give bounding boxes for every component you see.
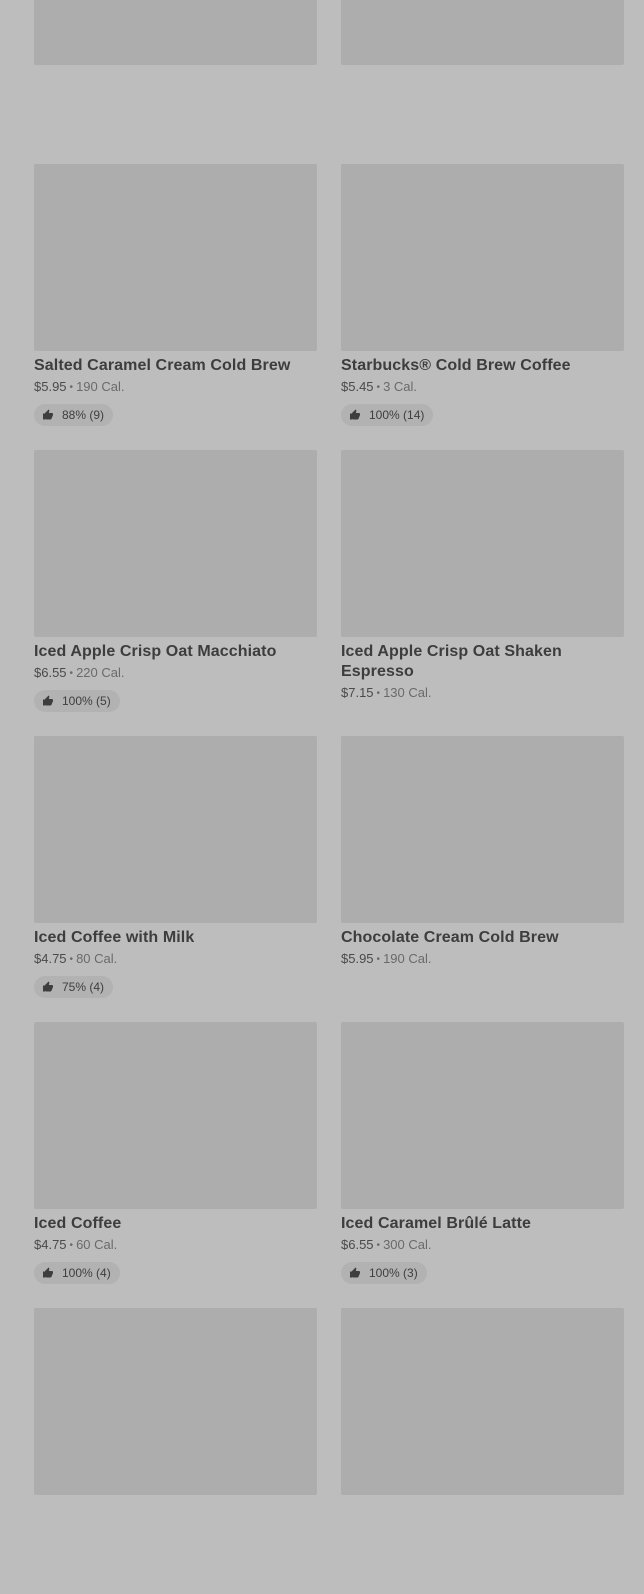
product-price: $4.75 — [34, 1237, 67, 1252]
rating-value: 100% (14) — [369, 408, 425, 422]
thumbs-up-icon — [43, 409, 53, 420]
product-card[interactable]: Iced Coffee $4.75 • 60 Cal. 100% (4) — [34, 1022, 317, 1308]
product-card[interactable] — [341, 1308, 624, 1594]
product-meta: $6.55 • 220 Cal. — [34, 665, 317, 683]
product-price: $4.75 — [34, 951, 67, 966]
product-price: $5.95 — [34, 379, 67, 394]
product-card[interactable]: Iced Caramel Brûlé Latte $6.55 • 300 Cal. … — [341, 1022, 624, 1308]
product-name[interactable]: Iced Caramel Brûlé Latte — [341, 1214, 624, 1234]
product-meta: $5.95 • 190 Cal. — [341, 951, 624, 969]
product-calories: 80 Cal. — [76, 951, 118, 966]
product-name[interactable]: Iced Apple Crisp Oat Shaken Espresso — [341, 642, 624, 682]
product-meta: $6.55 • 300 Cal. — [341, 1237, 624, 1255]
product-image[interactable] — [341, 450, 624, 637]
rating-badge: 100% (14) — [341, 404, 434, 426]
product-card[interactable] — [34, 1308, 317, 1594]
rating-badge: 100% (4) — [34, 1262, 120, 1284]
rating-badge: 100% (5) — [34, 690, 120, 712]
product-name[interactable]: Iced Coffee with Milk — [34, 928, 317, 948]
product-calories: 190 Cal. — [383, 951, 432, 966]
product-calories: 190 Cal. — [76, 379, 125, 394]
product-price: $5.45 — [341, 379, 374, 394]
product-price: $7.15 — [341, 685, 374, 700]
product-image[interactable] — [34, 450, 317, 637]
product-meta: $4.75 • 80 Cal. — [34, 951, 317, 969]
product-card[interactable]: Starbucks® Cold Brew Coffee $5.45 • 3 Cal.… — [341, 164, 624, 450]
product-name[interactable]: Iced Apple Crisp Oat Macchiato — [34, 642, 317, 662]
thumbs-up-icon — [350, 409, 360, 420]
product-image[interactable] — [341, 1308, 624, 1495]
product-card[interactable] — [341, 0, 624, 164]
product-grid: Salted Caramel Cream Cold Brew $5.95 • 190… — [34, 0, 624, 1594]
separator: • — [376, 382, 381, 393]
product-meta: $5.95 • 190 Cal. — [34, 379, 317, 397]
thumbs-up-icon — [43, 1267, 53, 1278]
product-image[interactable] — [34, 1022, 317, 1209]
separator: • — [376, 954, 381, 965]
product-image[interactable] — [341, 1022, 624, 1209]
product-card[interactable]: Iced Apple Crisp Oat Shaken Espresso $7.… — [341, 450, 624, 736]
product-meta: $4.75 • 60 Cal. — [34, 1237, 317, 1255]
product-name[interactable]: Starbucks® Cold Brew Coffee — [341, 356, 624, 376]
thumbs-up-icon — [350, 1267, 360, 1278]
product-name[interactable]: Salted Caramel Cream Cold Brew — [34, 356, 317, 376]
separator: • — [376, 688, 381, 699]
product-image[interactable] — [34, 164, 317, 351]
product-image[interactable] — [341, 736, 624, 923]
product-calories: 300 Cal. — [383, 1237, 432, 1252]
separator: • — [69, 1240, 74, 1251]
rating-badge: 88% (9) — [34, 404, 114, 426]
thumbs-up-icon — [43, 695, 53, 706]
product-price: $6.55 — [34, 665, 67, 680]
product-price: $6.55 — [341, 1237, 374, 1252]
product-image[interactable] — [34, 0, 317, 65]
product-calories: 220 Cal. — [76, 665, 125, 680]
product-image[interactable] — [34, 1308, 317, 1495]
rating-badge: 75% (4) — [34, 976, 114, 998]
rating-value: 75% (4) — [62, 980, 105, 994]
product-card[interactable] — [34, 0, 317, 164]
product-image[interactable] — [341, 164, 624, 351]
thumbs-up-icon — [43, 981, 53, 992]
product-calories: 130 Cal. — [383, 685, 432, 700]
separator: • — [69, 382, 74, 393]
product-name[interactable]: Iced Coffee — [34, 1214, 317, 1234]
rating-value: 88% (9) — [62, 408, 105, 422]
product-card[interactable]: Salted Caramel Cream Cold Brew $5.95 • 190… — [34, 164, 317, 450]
product-card[interactable]: Iced Apple Crisp Oat Macchiato $6.55 • 220… — [34, 450, 317, 736]
product-meta: $5.45 • 3 Cal. — [341, 379, 624, 397]
rating-value: 100% (5) — [62, 694, 111, 708]
separator: • — [69, 954, 74, 965]
product-meta: $7.15 • 130 Cal. — [341, 685, 624, 703]
separator: • — [69, 668, 74, 679]
product-name[interactable]: Chocolate Cream Cold Brew — [341, 928, 624, 948]
product-calories: 3 Cal. — [383, 379, 418, 394]
rating-badge: 100% (3) — [341, 1262, 427, 1284]
product-image[interactable] — [34, 736, 317, 923]
product-card[interactable]: Chocolate Cream Cold Brew $5.95 • 190 Cal. — [341, 736, 624, 1022]
rating-value: 100% (4) — [62, 1266, 111, 1280]
product-calories: 60 Cal. — [76, 1237, 118, 1252]
rating-value: 100% (3) — [369, 1266, 418, 1280]
product-card[interactable]: Iced Coffee with Milk $4.75 • 80 Cal. 75% … — [34, 736, 317, 1022]
separator: • — [376, 1240, 381, 1251]
product-image[interactable] — [341, 0, 624, 65]
product-price: $5.95 — [341, 951, 374, 966]
